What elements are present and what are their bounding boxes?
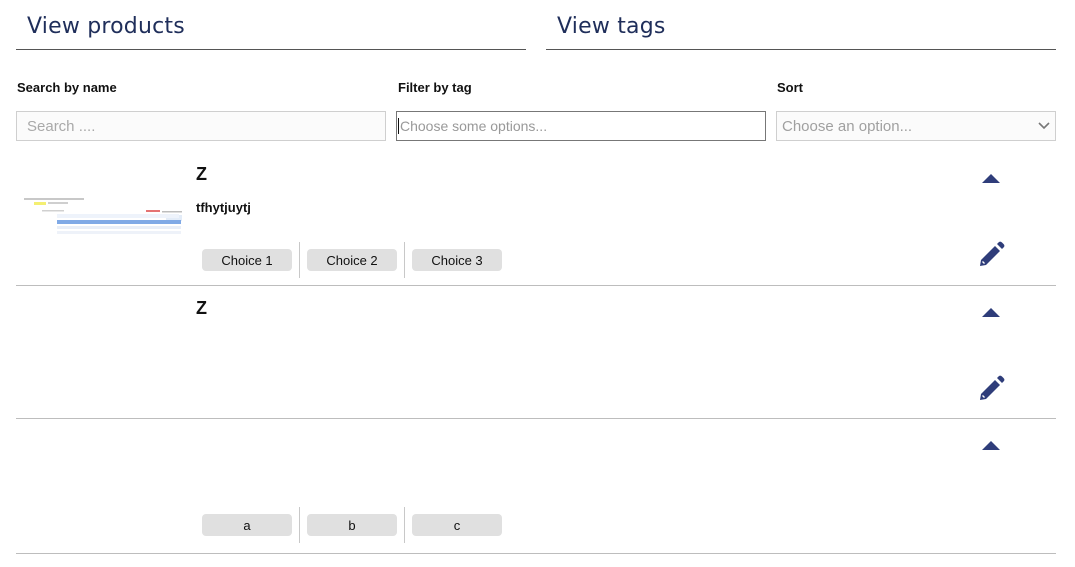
tag-chip[interactable]: Choice 3	[412, 249, 502, 271]
tag-filter-input[interactable]: Choose some options...	[396, 111, 766, 141]
tag-filter-placeholder: Choose some options...	[400, 118, 548, 134]
product-name: Z	[196, 298, 207, 318]
tag-chip[interactable]: c	[412, 514, 502, 536]
product-thumbnail[interactable]	[22, 196, 186, 238]
caret-up-icon[interactable]	[982, 308, 1000, 317]
tag-chip[interactable]: Choice 2	[307, 249, 397, 271]
product-row: Z	[16, 286, 1056, 419]
product-name: Z	[196, 164, 207, 184]
pencil-icon[interactable]	[976, 240, 1006, 270]
chevron-down-icon	[1038, 119, 1050, 133]
tag-chip[interactable]: b	[307, 514, 397, 536]
tab-view-products-label: View products	[27, 14, 185, 39]
tag-divider	[299, 507, 300, 543]
tag-divider	[299, 242, 300, 278]
tag-divider	[404, 242, 405, 278]
tag-chip[interactable]: Choice 1	[202, 249, 292, 271]
product-description: tfhytjuytj	[196, 200, 251, 215]
product-row: a b c	[16, 419, 1056, 554]
search-input[interactable]	[16, 111, 386, 141]
tag-filter-label: Filter by tag	[398, 80, 472, 95]
tag-chip[interactable]: a	[202, 514, 292, 536]
caret-up-icon[interactable]	[982, 441, 1000, 450]
text-cursor	[398, 118, 399, 134]
tag-divider	[404, 507, 405, 543]
sort-select-placeholder: Choose an option...	[782, 117, 913, 135]
product-row: Z tfhytjuytj Choice 1 Choice 2 Choice 3	[16, 152, 1056, 286]
product-tags: Choice 1 Choice 2 Choice 3	[202, 242, 502, 278]
tab-view-tags[interactable]: View tags	[546, 0, 1056, 50]
search-label: Search by name	[17, 80, 117, 95]
tab-view-tags-label: View tags	[557, 14, 666, 39]
pencil-icon[interactable]	[976, 374, 1006, 404]
caret-up-icon[interactable]	[982, 174, 1000, 183]
sort-select[interactable]: Choose an option...	[776, 111, 1056, 141]
tab-view-products[interactable]: View products	[16, 0, 526, 50]
sort-label: Sort	[777, 80, 803, 95]
product-tags: a b c	[202, 507, 502, 543]
